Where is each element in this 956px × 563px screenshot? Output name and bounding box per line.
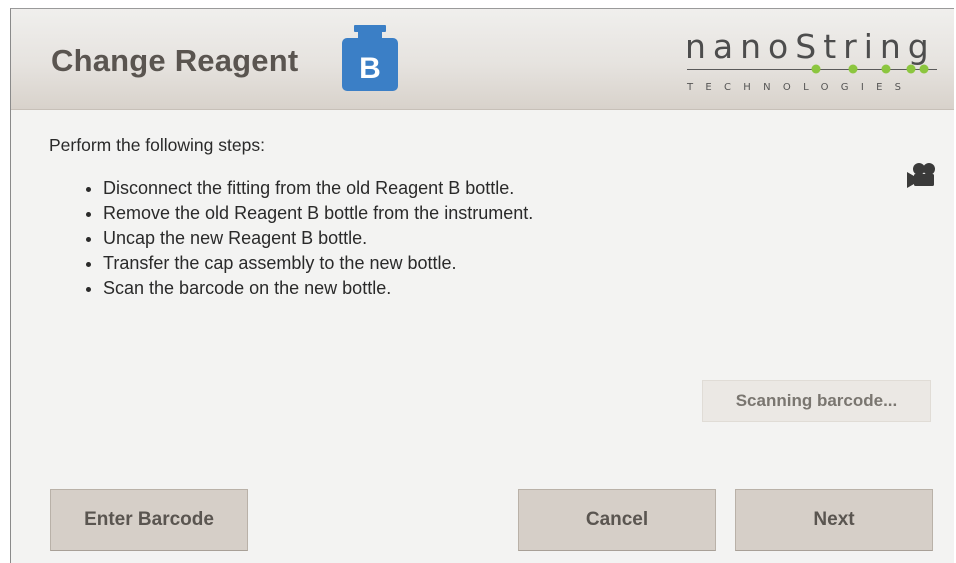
nanostring-logo: nanoString TECHNOLOGIES [683, 27, 945, 97]
next-button[interactable]: Next [735, 489, 933, 551]
enter-barcode-button[interactable]: Enter Barcode [50, 489, 248, 551]
scanning-status: Scanning barcode... [702, 380, 931, 422]
step-item: Transfer the cap assembly to the new bot… [103, 251, 589, 276]
reagent-bottle-icon: B [342, 25, 398, 91]
step-item: Remove the old Reagent B bottle from the… [103, 201, 589, 226]
bottle-letter: B [359, 52, 381, 85]
cancel-button[interactable]: Cancel [518, 489, 716, 551]
dialog-title: Change Reagent [51, 43, 299, 78]
instructions-intro: Perform the following steps: [49, 135, 265, 155]
video-camera-icon[interactable] [907, 162, 939, 188]
step-item: Scan the barcode on the new bottle. [103, 276, 589, 301]
step-item: Disconnect the fitting from the old Reag… [103, 176, 589, 201]
steps-list: Disconnect the fitting from the old Reag… [49, 176, 609, 301]
step-item: Uncap the new Reagent B bottle. [103, 226, 589, 251]
logo-subtitle: TECHNOLOGIES [687, 82, 914, 93]
instructions-panel: Perform the following steps: Disconnect … [49, 135, 609, 301]
dialog-header: Change Reagent B nanoString TECHNOLOGIES [11, 9, 954, 110]
change-reagent-dialog: Change Reagent B nanoString TECHNOLOGIES… [10, 8, 954, 563]
